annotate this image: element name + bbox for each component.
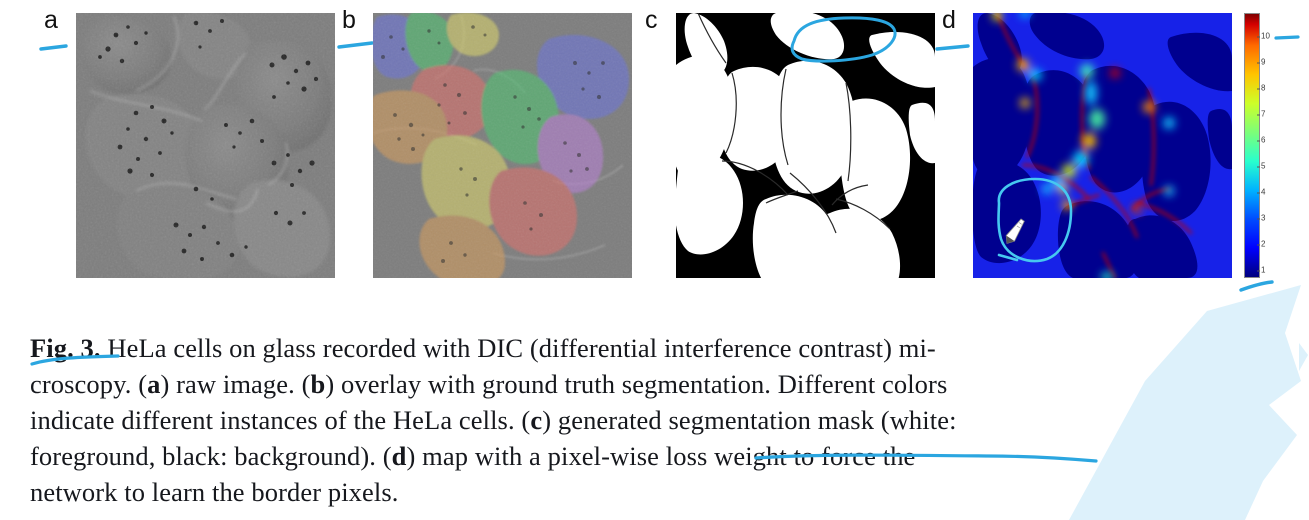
caption-line-4: foreground, black: background). (d) map …: [30, 441, 916, 471]
colorbar-tick: 10: [1257, 31, 1270, 41]
colorbar-tick: 7: [1256, 109, 1266, 119]
caption-line-5: network to learn the border pixels.: [30, 477, 399, 507]
ground-truth-overlay-panel: [373, 13, 632, 278]
colorbar-tick: 2: [1256, 239, 1266, 249]
panel-label-d: d: [942, 6, 956, 34]
panel-label-a: a: [44, 6, 58, 34]
colorbar-gradient: [1244, 13, 1260, 278]
colorbar-tick: 6: [1256, 135, 1266, 145]
figure-page: a b c d 10 9 8 7 6 5 4 3 2 1 Fig. 3. HeL…: [0, 0, 1309, 520]
panel-label-b: b: [342, 6, 356, 34]
figure-panels: a b c d 10 9 8 7 6 5 4 3 2 1: [0, 0, 1309, 300]
ink-dash-colorbar-bottom: [1239, 280, 1274, 292]
figure-caption: Fig. 3. HeLa cells on glass recorded wit…: [30, 330, 1282, 510]
caption-line-1-text: HeLa cells on glass recorded with DIC (d…: [107, 333, 936, 363]
ink-dash-near-panel-b: [337, 41, 374, 49]
figure-number: Fig. 3.: [30, 333, 101, 363]
raw-dic-image-panel: [76, 13, 335, 278]
colorbar-tick: 8: [1256, 83, 1266, 93]
ink-dash-near-panel-a: [39, 44, 68, 51]
caption-line-1: Fig. 3. HeLa cells on glass recorded wit…: [30, 330, 1282, 366]
ink-dash-near-panel-d: [935, 44, 970, 51]
loss-weight-map-panel: [973, 13, 1232, 278]
caption-line-3: indicate different instances of the HeLa…: [30, 405, 957, 435]
segmentation-mask-panel: [676, 13, 935, 278]
colorbar-tick: 3: [1256, 213, 1266, 223]
colorbar-tick: 5: [1256, 161, 1266, 171]
colorbar-tick: 9: [1256, 57, 1266, 67]
caption-line-2: croscopy. (a) raw image. (b) overlay wit…: [30, 369, 948, 399]
colorbar-tick: 4: [1256, 187, 1266, 197]
colorbar-tick: 1: [1256, 265, 1266, 275]
colorbar-ticks: 10 9 8 7 6 5 4 3 2 1: [1256, 13, 1301, 278]
loss-weight-colorbar: 10 9 8 7 6 5 4 3 2 1: [1244, 13, 1270, 278]
panel-label-c: c: [645, 6, 658, 34]
